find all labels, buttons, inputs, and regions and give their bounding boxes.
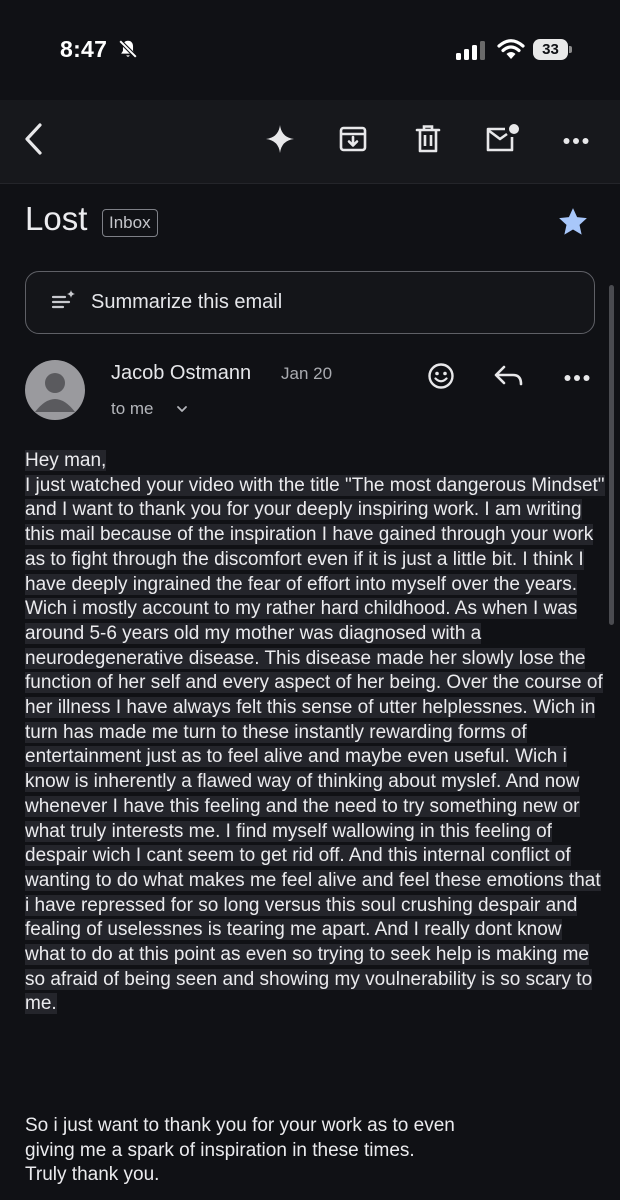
message-more-button[interactable] — [557, 358, 597, 398]
cellular-signal-icon — [456, 40, 486, 65]
reply-button[interactable] — [489, 358, 529, 398]
battery-indicator: 33 — [533, 39, 573, 60]
closing-line: So i just want to thank you for your wor… — [25, 1115, 455, 1136]
back-button[interactable] — [11, 118, 57, 164]
delete-button[interactable] — [405, 118, 451, 164]
status-time: 8:47 — [60, 36, 108, 62]
mark-unread-button[interactable] — [479, 118, 525, 164]
email-body-paragraph: I just watched your video with the title… — [25, 474, 605, 1015]
sender-name[interactable]: Jacob Ostmann — [111, 362, 251, 385]
more-options-button[interactable] — [553, 118, 599, 164]
email-toolbar — [0, 100, 620, 184]
email-date: Jan 20 — [281, 364, 333, 383]
more-icon — [564, 369, 590, 387]
battery-level: 33 — [533, 39, 568, 60]
gemini-button[interactable] — [257, 118, 303, 164]
summarize-sparkle-list-icon — [51, 289, 77, 316]
trash-icon — [414, 123, 442, 160]
closing-line: giving me a spark of inspiration in thes… — [25, 1139, 415, 1161]
emoji-icon — [427, 362, 455, 395]
email-body: Hey man, I just watched your video with … — [25, 449, 605, 1017]
email-subject: Lost — [25, 200, 88, 237]
status-bar: 8:47 33 — [0, 0, 620, 100]
chevron-down-icon[interactable] — [175, 402, 189, 421]
summarize-label: Summarize this email — [91, 291, 283, 313]
archive-button[interactable] — [330, 118, 376, 164]
subject-row: Lost — [0, 196, 620, 256]
star-icon[interactable] — [556, 205, 590, 244]
inbox-label-badge[interactable]: Inbox — [102, 209, 158, 237]
bell-off-icon — [117, 38, 139, 65]
email-signoff: Truly thank you. — [25, 1164, 160, 1186]
add-reaction-button[interactable] — [421, 358, 461, 398]
mark-unread-icon — [484, 123, 520, 160]
email-greeting: Hey man, — [25, 450, 107, 471]
sparkle-icon — [265, 124, 295, 159]
reply-icon — [493, 363, 525, 394]
wifi-icon — [497, 38, 525, 65]
more-icon — [563, 132, 589, 150]
sender-avatar[interactable] — [25, 360, 85, 420]
back-arrow-icon — [21, 122, 47, 161]
recipient-label[interactable]: to me — [111, 399, 154, 419]
scrollbar[interactable] — [609, 285, 614, 625]
summarize-email-button[interactable]: Summarize this email — [25, 271, 595, 334]
archive-icon — [338, 124, 368, 159]
battery-cap — [569, 46, 572, 53]
email-closing: So i just want to thank you for your wor… — [25, 1114, 605, 1188]
